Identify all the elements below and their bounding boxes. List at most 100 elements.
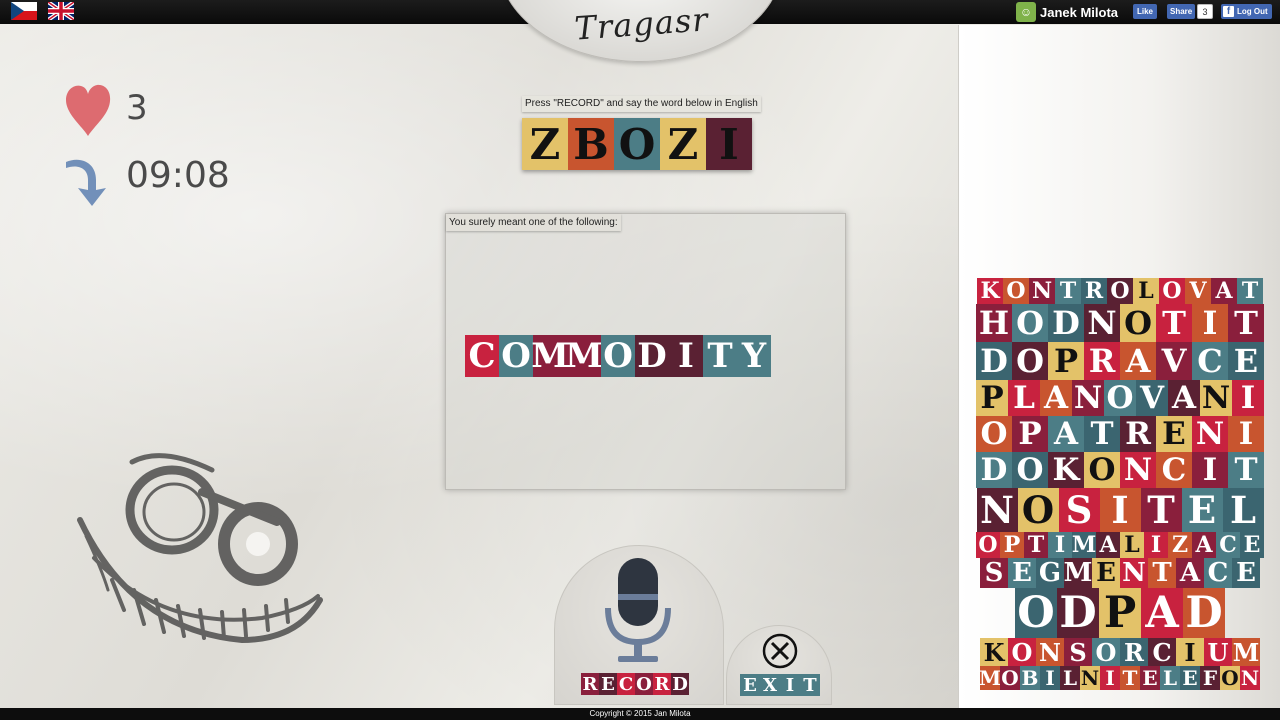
word-list-letter-tile: O bbox=[976, 532, 1000, 558]
word-list-letter-tile: M bbox=[1071, 532, 1097, 558]
word-list-letter-tile: O bbox=[1012, 452, 1048, 488]
word-list-letter-tile: N bbox=[1084, 304, 1120, 342]
word-list-letter-tile: I bbox=[1144, 532, 1168, 558]
exit-button[interactable]: EXIT bbox=[726, 625, 832, 705]
word-list-letter-tile: N bbox=[1120, 558, 1148, 588]
word-list-letter-tile: P bbox=[1048, 342, 1084, 380]
logo-text: Tragasr bbox=[573, 0, 710, 48]
user-profile[interactable]: ☺ Janek Milota bbox=[1016, 2, 1118, 22]
facebook-icon: f bbox=[1223, 6, 1234, 17]
word-list-letter-tile: D bbox=[1057, 588, 1099, 638]
word-list-letter-tile: B bbox=[1020, 666, 1040, 690]
word-list-letter-tile: O bbox=[1220, 666, 1240, 690]
word-list-item: OPTIMALIZACE bbox=[976, 532, 1264, 558]
word-list-letter-tile: I bbox=[1192, 452, 1228, 488]
target-word-letter-tile: I bbox=[706, 118, 752, 170]
word-list-item: KONTROLOVAT bbox=[976, 278, 1264, 304]
word-list-letter-tile: R bbox=[1120, 638, 1148, 667]
suggestion-letter-tile: I bbox=[669, 335, 703, 377]
word-list-letter-tile: I bbox=[1048, 532, 1072, 558]
target-word-letter-tile: B bbox=[568, 118, 614, 170]
word-list-letter-tile: I bbox=[1176, 638, 1204, 667]
word-list-letter-tile: E bbox=[1180, 666, 1200, 690]
facebook-share-button[interactable]: Share bbox=[1167, 4, 1196, 19]
word-list-letter-tile: A bbox=[1192, 532, 1216, 558]
suggestion-letter-tile: M bbox=[565, 335, 603, 377]
word-list-letter-tile: F bbox=[1200, 666, 1220, 690]
word-list-letter-tile: I bbox=[1192, 304, 1228, 342]
suggestion-letter-tile: Y bbox=[737, 335, 771, 377]
word-list-letter-tile: I bbox=[1232, 380, 1264, 416]
timer: 09:08 bbox=[126, 155, 230, 196]
word-list-letter-tile: N bbox=[1072, 380, 1104, 416]
word-list-letter-tile: T bbox=[1228, 452, 1264, 488]
record-letter-tile: E bbox=[599, 673, 617, 695]
share-count: 3 bbox=[1197, 4, 1213, 19]
target-word-letter-tile: Z bbox=[522, 118, 568, 170]
word-list-letter-tile: U bbox=[1204, 638, 1232, 667]
czech-flag-icon[interactable] bbox=[11, 2, 37, 20]
word-list-letter-tile: L bbox=[1120, 532, 1144, 558]
word-list-item: MOBILNITELEFON bbox=[976, 666, 1264, 690]
exit-letter-tile: X bbox=[760, 674, 780, 696]
record-letter-tile: R bbox=[581, 673, 599, 695]
word-list-letter-tile: O bbox=[1107, 278, 1133, 304]
word-list-letter-tile: P bbox=[976, 380, 1008, 416]
word-list-item: SEGMENTACE bbox=[976, 558, 1264, 588]
heart-icon bbox=[66, 84, 111, 136]
word-list-letter-tile: T bbox=[1148, 558, 1176, 588]
suggestion-letter-tile: O bbox=[499, 335, 533, 377]
avatar: ☺ bbox=[1016, 2, 1036, 22]
arrow-down-icon bbox=[66, 159, 106, 206]
word-list-letter-tile: T bbox=[1237, 278, 1263, 304]
suggestion-letter-tile: T bbox=[703, 335, 737, 377]
footer: Copyright © 2015 Jan Milota bbox=[0, 708, 1280, 720]
target-word-letter-tile: O bbox=[614, 118, 660, 170]
record-letter-tile: R bbox=[653, 673, 671, 695]
logout-label: Log Out bbox=[1237, 7, 1268, 16]
record-letter-tile: O bbox=[635, 673, 653, 695]
suggestion-letter-tile: O bbox=[601, 335, 635, 377]
word-list-letter-tile: O bbox=[1008, 638, 1036, 667]
word-list-letter-tile: M bbox=[1232, 637, 1260, 667]
word-list-letter-tile: E bbox=[1156, 416, 1192, 452]
word-list-letter-tile: N bbox=[1200, 380, 1232, 416]
logo: Tragasr bbox=[497, 0, 784, 62]
word-list-letter-tile: E bbox=[1232, 558, 1260, 588]
word-list-letter-tile: C bbox=[1216, 532, 1240, 558]
record-button[interactable]: RECORD bbox=[554, 545, 724, 705]
word-list-letter-tile: H bbox=[976, 304, 1012, 342]
word-list-letter-tile: E bbox=[1140, 666, 1160, 690]
word-list-item: DOKONCIT bbox=[976, 452, 1264, 488]
word-list-letter-tile: Z bbox=[1168, 532, 1192, 558]
word-list-letter-tile: L bbox=[1160, 666, 1180, 690]
target-word: ZBOZI bbox=[522, 118, 752, 170]
word-list-letter-tile: S bbox=[1064, 638, 1092, 667]
word-list-letter-tile: N bbox=[976, 488, 1018, 532]
word-list-letter-tile: K bbox=[980, 638, 1008, 667]
word-list-letter-tile: N bbox=[1120, 452, 1156, 488]
logout-button[interactable]: f Log Out bbox=[1221, 4, 1272, 19]
suggestion-word[interactable]: COMMODITY bbox=[465, 335, 771, 377]
word-list-letter-tile: L bbox=[1008, 380, 1040, 416]
word-list-letter-tile: E bbox=[1228, 342, 1264, 380]
word-list-letter-tile: D bbox=[1048, 304, 1084, 342]
word-list-letter-tile: V bbox=[1185, 278, 1211, 304]
word-list-letter-tile: V bbox=[1136, 380, 1168, 416]
word-list-letter-tile: O bbox=[1104, 380, 1136, 416]
word-list-letter-tile: V bbox=[1156, 342, 1192, 380]
word-list-letter-tile: I bbox=[1100, 666, 1120, 690]
word-list-letter-tile: N bbox=[1036, 638, 1064, 667]
word-list-letter-tile: C bbox=[1204, 558, 1232, 588]
facebook-like-button[interactable]: Like bbox=[1133, 4, 1158, 19]
word-list-letter-tile: A bbox=[1141, 588, 1183, 638]
word-list-item: ODPAD bbox=[976, 588, 1264, 638]
record-letter-tile: D bbox=[671, 673, 689, 695]
word-list-letter-tile: O bbox=[1120, 304, 1156, 342]
word-list-letter-tile: O bbox=[1012, 304, 1048, 342]
word-list-letter-tile: M bbox=[978, 666, 1002, 690]
uk-flag-icon[interactable] bbox=[48, 2, 74, 20]
word-list-letter-tile: G bbox=[1036, 558, 1064, 588]
word-list-letter-tile: T bbox=[1156, 304, 1192, 342]
word-list-letter-tile: D bbox=[976, 452, 1012, 488]
